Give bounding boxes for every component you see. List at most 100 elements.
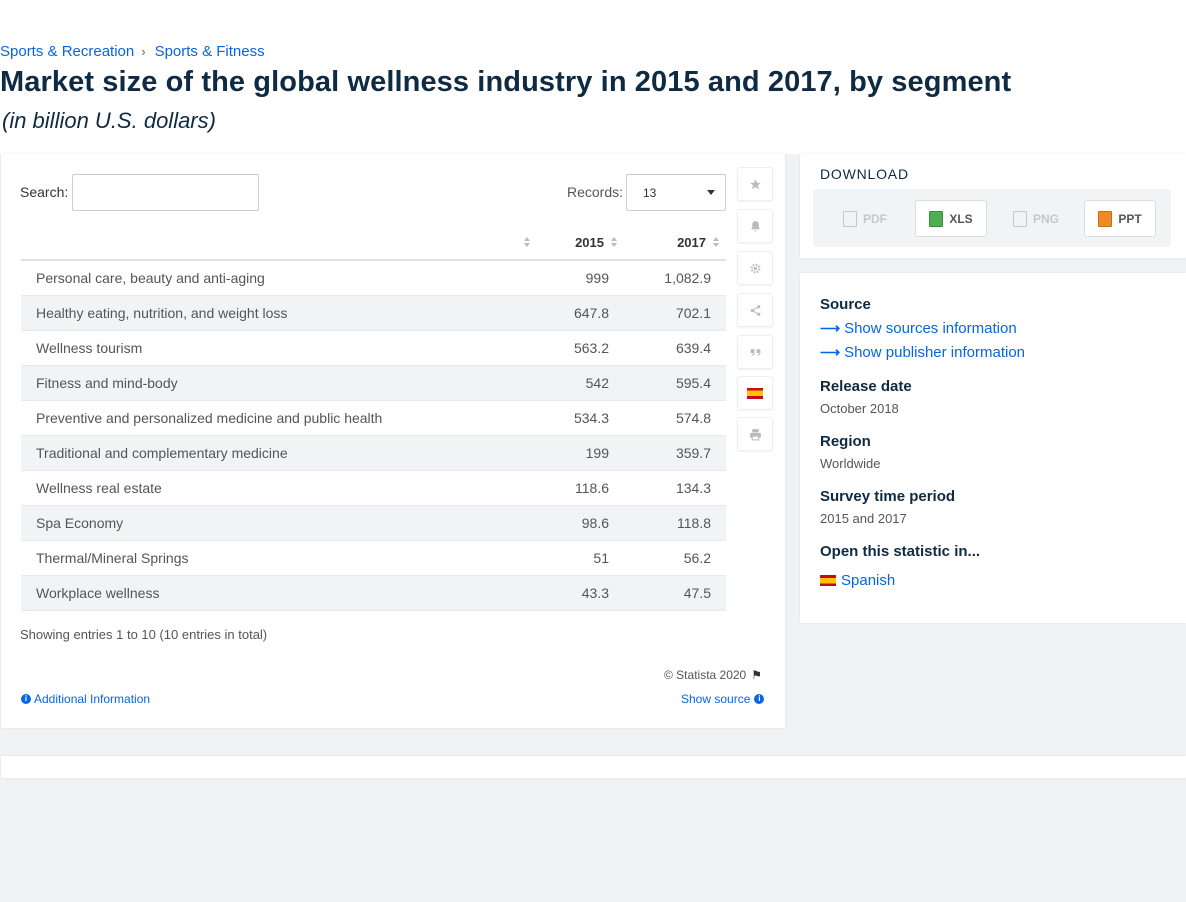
flag-icon[interactable]: ⚑ bbox=[751, 668, 762, 682]
value-2017: 639.4 bbox=[624, 330, 726, 366]
arrow-right-icon: ⟶ bbox=[820, 320, 841, 336]
row-label: Thermal/Mineral Springs bbox=[21, 540, 537, 576]
breadcrumb: Sports & Recreation › Sports & Fitness bbox=[0, 43, 265, 60]
bottom-card bbox=[1, 756, 1186, 778]
print-icon bbox=[749, 428, 761, 440]
table-header-row: 2015 2017 bbox=[21, 225, 726, 261]
survey-period-heading: Survey time period bbox=[820, 488, 956, 505]
arrow-right-icon: ⟶ bbox=[820, 344, 841, 360]
spanish-link[interactable]: Spanish bbox=[820, 572, 895, 589]
row-label: Preventive and personalized medicine and… bbox=[21, 400, 537, 436]
row-label: Healthy eating, nutrition, and weight lo… bbox=[21, 295, 537, 331]
row-label: Wellness tourism bbox=[21, 330, 537, 366]
table-body: Personal care, beauty and anti-aging 999 1… bbox=[21, 260, 726, 611]
download-xls-label: XLS bbox=[949, 211, 973, 226]
download-ppt-button[interactable]: PPT bbox=[1084, 200, 1156, 237]
table-row: Traditional and complementary medicine 19… bbox=[21, 435, 726, 471]
value-2017: 702.1 bbox=[624, 295, 726, 331]
search-input[interactable] bbox=[72, 174, 259, 211]
language-button[interactable] bbox=[737, 376, 773, 410]
value-2015: 542 bbox=[537, 365, 624, 401]
xls-file-icon bbox=[929, 210, 944, 227]
download-xls-button[interactable]: XLS bbox=[915, 200, 987, 237]
show-sources-label: Show sources information bbox=[844, 320, 1017, 337]
png-file-icon bbox=[1012, 210, 1027, 227]
download-ppt-label: PPT bbox=[1118, 211, 1142, 226]
info-icon: i bbox=[21, 694, 31, 704]
value-2015: 563.2 bbox=[537, 330, 624, 366]
breadcrumb-item-sports-fitness[interactable]: Sports & Fitness bbox=[155, 43, 265, 60]
share-button[interactable] bbox=[737, 293, 773, 327]
row-label: Wellness real estate bbox=[21, 470, 537, 506]
records-label: Records: bbox=[567, 184, 624, 200]
value-2015: 98.6 bbox=[537, 505, 624, 541]
additional-information-label: Additional Information bbox=[34, 692, 151, 706]
value-2017: 574.8 bbox=[624, 400, 726, 436]
gear-icon bbox=[750, 263, 760, 273]
entries-info: Showing entries 1 to 10 (10 entries in t… bbox=[20, 627, 268, 642]
value-2015: 43.3 bbox=[537, 575, 624, 611]
pdf-file-icon bbox=[843, 210, 857, 227]
ppt-file-icon bbox=[1098, 210, 1113, 227]
download-png-label: PNG bbox=[1032, 211, 1059, 226]
breadcrumb-separator-icon: › bbox=[141, 44, 146, 59]
column-header-2017[interactable]: 2017 bbox=[624, 225, 726, 261]
column-header-2015[interactable]: 2015 bbox=[537, 225, 624, 261]
row-label: Traditional and complementary medicine bbox=[21, 435, 537, 471]
star-icon bbox=[749, 178, 761, 189]
spanish-label: Spanish bbox=[841, 572, 896, 589]
data-table: 2015 2017 Personal care, beauty and anti… bbox=[21, 225, 726, 611]
breadcrumb-item-sports-recreation[interactable]: Sports & Recreation bbox=[0, 43, 134, 60]
sort-icon bbox=[611, 237, 618, 249]
value-2015: 999 bbox=[537, 260, 624, 296]
table-row: Wellness real estate 118.6 134.3 bbox=[21, 470, 726, 506]
table-row: Wellness tourism 563.2 639.4 bbox=[21, 330, 726, 366]
show-sources-link[interactable]: ⟶ Show sources information bbox=[820, 320, 1017, 337]
region-value: Worldwide bbox=[820, 456, 881, 471]
copyright: © Statista 2020 ⚑ bbox=[664, 668, 762, 682]
show-source-link[interactable]: Show source i bbox=[681, 692, 765, 706]
favorite-button[interactable] bbox=[737, 167, 773, 201]
table-row: Fitness and mind-body 542 595.4 bbox=[21, 365, 726, 401]
source-heading: Source bbox=[820, 296, 871, 313]
table-row: Preventive and personalized medicine and… bbox=[21, 400, 726, 436]
search-label: Search: bbox=[20, 184, 69, 200]
additional-information-link[interactable]: i Additional Information bbox=[21, 692, 150, 706]
release-date-value: October 2018 bbox=[820, 401, 899, 416]
value-2015: 51 bbox=[537, 540, 624, 576]
spanish-flag-icon bbox=[820, 575, 836, 586]
copyright-text: © Statista 2020 bbox=[664, 668, 747, 682]
spanish-flag-icon bbox=[747, 387, 763, 399]
share-icon bbox=[750, 304, 760, 316]
show-publisher-label: Show publisher information bbox=[844, 344, 1026, 361]
value-2017: 134.3 bbox=[624, 470, 726, 506]
row-label: Workplace wellness bbox=[21, 575, 537, 611]
row-label: Personal care, beauty and anti-aging bbox=[21, 260, 537, 296]
page-title: Market size of the global wellness indus… bbox=[0, 66, 1012, 98]
sort-icon bbox=[524, 237, 531, 249]
print-button[interactable] bbox=[737, 417, 773, 451]
records-select[interactable]: 13 bbox=[626, 174, 726, 211]
info-icon: i bbox=[754, 694, 765, 704]
region-heading: Region bbox=[820, 433, 871, 450]
survey-period-value: 2015 and 2017 bbox=[820, 511, 907, 526]
notification-button[interactable] bbox=[737, 209, 773, 243]
download-png-button[interactable]: PNG bbox=[1000, 200, 1072, 237]
quote-icon bbox=[750, 348, 760, 356]
row-label: Spa Economy bbox=[21, 505, 537, 541]
value-2017: 595.4 bbox=[624, 365, 726, 401]
sort-icon bbox=[713, 237, 720, 249]
table-row: Thermal/Mineral Springs 51 56.2 bbox=[21, 540, 726, 576]
release-date-heading: Release date bbox=[820, 378, 912, 395]
settings-button[interactable] bbox=[737, 251, 773, 285]
value-2017: 359.7 bbox=[624, 435, 726, 471]
cite-button[interactable] bbox=[737, 335, 773, 369]
show-publisher-link[interactable]: ⟶ Show publisher information bbox=[820, 344, 1025, 361]
value-2017: 1,082.9 bbox=[624, 260, 726, 296]
download-pdf-button[interactable]: PDF bbox=[830, 200, 900, 237]
open-statistic-heading: Open this statistic in... bbox=[820, 543, 981, 560]
row-label: Fitness and mind-body bbox=[21, 365, 537, 401]
column-header-label[interactable] bbox=[21, 225, 537, 261]
table-row: Spa Economy 98.6 118.8 bbox=[21, 505, 726, 541]
table-row: Workplace wellness 43.3 47.5 bbox=[21, 575, 726, 611]
